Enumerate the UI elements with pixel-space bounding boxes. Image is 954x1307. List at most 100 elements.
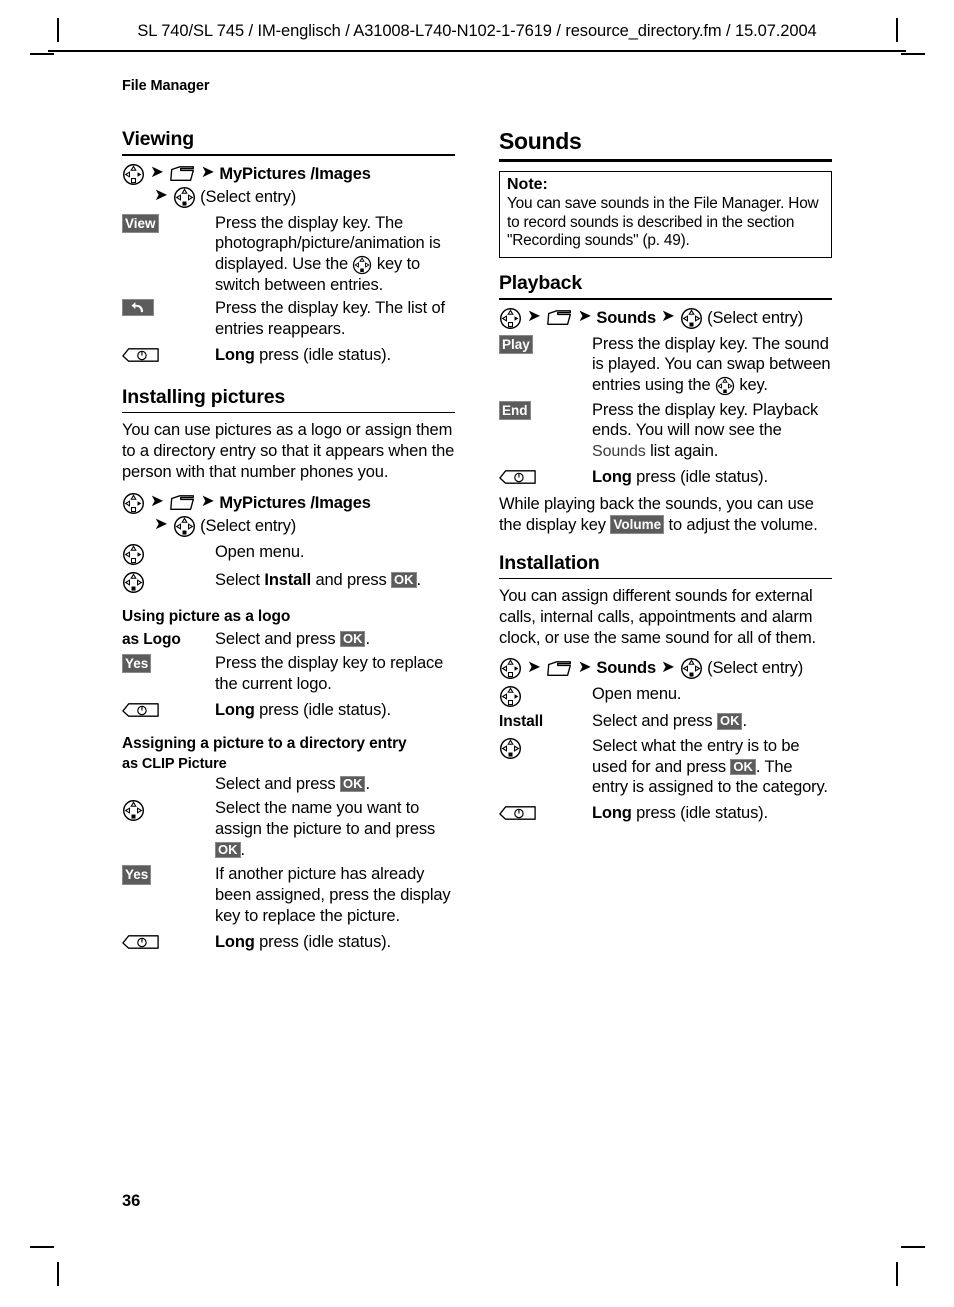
paragraph-installation-intro: You can assign different sounds for exte… — [499, 587, 816, 647]
step-row: Select what the entry is to be used for … — [499, 736, 832, 798]
hangup-key-icon — [499, 468, 537, 488]
heading-rule — [122, 411, 455, 414]
step-row: Long press (idle status). — [122, 932, 455, 953]
display-key-yes[interactable]: Yes — [122, 654, 152, 674]
hangup-key-icon — [499, 804, 537, 824]
display-key-yes[interactable]: Yes — [122, 865, 152, 885]
path-arrow-icon: ➤ — [577, 307, 592, 326]
step-description: Select what the entry is to be used for … — [592, 736, 832, 798]
step-row: as Logo Select and press OK. — [122, 629, 455, 650]
display-key-end[interactable]: End — [499, 400, 531, 420]
step-text-bold: Long — [215, 700, 255, 719]
step-row: Open menu. — [122, 542, 455, 566]
nav-key-right-icon — [122, 492, 145, 515]
note-box: Note: You can save sounds in the File Ma… — [499, 171, 832, 258]
step-text-rest: press (idle status). — [254, 700, 391, 719]
step-description: Press the display key. The list of entri… — [215, 299, 445, 339]
crop-mark-bottom-right-vertical — [896, 1262, 898, 1286]
step-key-cell — [499, 684, 592, 708]
nav-key-right-icon — [122, 163, 145, 186]
display-key-volume[interactable]: Volume — [610, 514, 665, 534]
step-key-cell — [122, 345, 215, 366]
step-text-part-b: and press — [311, 570, 392, 589]
menu-option-as-logo: as Logo — [122, 630, 181, 648]
paragraph-text-part-b: to adjust the volume. — [664, 515, 818, 534]
step-text-bold: Long — [592, 804, 632, 823]
display-key-view[interactable]: View — [122, 213, 159, 233]
section-heading-installing-pictures: Installing pictures — [122, 385, 286, 408]
step-description: Long press (idle status). — [215, 932, 455, 953]
step-row: Press the display key. The list of entri… — [122, 298, 455, 339]
hangup-key-icon — [122, 701, 160, 721]
crop-mark-top-left-horizontal — [30, 53, 54, 55]
display-key-ok[interactable]: OK — [716, 713, 743, 730]
path-arrow-icon: ➤ — [527, 658, 541, 677]
step-key-cell — [499, 736, 592, 760]
step-description: Open menu. — [215, 542, 305, 561]
heading-rule — [499, 297, 832, 300]
subsection-heading-using-picture-as-logo: Using picture as a logo — [122, 607, 291, 625]
step-text-part-b: list again. — [645, 442, 719, 461]
display-key-ok[interactable]: OK — [215, 841, 241, 859]
step-text-bold: Long — [215, 345, 255, 364]
page-number: 36 — [122, 1192, 141, 1210]
step-key-cell — [122, 798, 215, 822]
paragraph-installing-pictures-intro: You can use pictures as a logo or assign… — [122, 421, 455, 481]
display-key-ok[interactable]: OK — [339, 775, 366, 793]
step-text-rest: press (idle status). — [254, 345, 391, 364]
menu-path-select-entry-label: (Select entry) — [707, 659, 804, 678]
step-text-rest: press (idle status). — [631, 468, 768, 487]
menu-path-line-2: ➤ (Select entry) — [122, 515, 455, 538]
step-row: Yes If another picture has already been … — [122, 864, 455, 926]
paragraph-playback-volume: While playing back the sounds, you can u… — [499, 494, 832, 535]
display-key-ok[interactable]: OK — [391, 571, 417, 589]
step-key-cell: View — [122, 213, 215, 234]
heading-rule-thick — [499, 159, 832, 162]
step-description: Long press (idle status). — [215, 345, 455, 366]
path-arrow-icon: ➤ — [150, 163, 164, 182]
heading-rule — [122, 154, 455, 156]
path-arrow-icon: ➤ — [154, 515, 168, 534]
right-column: Sounds Note: You can save sounds in the … — [499, 128, 832, 954]
display-key-back[interactable] — [122, 299, 154, 317]
nav-key-down-icon — [122, 571, 145, 594]
display-key-play[interactable]: Play — [499, 334, 533, 354]
step-text-part-a: Select — [215, 570, 265, 589]
menu-path-target-label: Sounds — [596, 308, 656, 327]
nav-key-right-icon — [499, 657, 522, 680]
step-key-cell — [122, 542, 215, 566]
heading-rule — [499, 577, 832, 580]
menu-path-installation: ➤ ➤ Sounds ➤ (Select entry) — [499, 657, 832, 680]
path-arrow-icon: ➤ — [660, 307, 675, 326]
menu-path-playback: ➤ ➤ Sounds ➤ (Select entry) — [499, 307, 832, 330]
path-arrow-icon: ➤ — [200, 163, 215, 182]
step-description: Select and press OK. — [215, 774, 455, 795]
display-key-ok[interactable]: OK — [730, 758, 756, 776]
menu-path-target-label: Sounds — [596, 659, 656, 678]
step-text-part-c: . — [365, 774, 370, 793]
step-row: End Press the display key. Playback ends… — [499, 400, 832, 462]
path-arrow-icon: ➤ — [150, 492, 164, 511]
menu-path-select-entry-label: (Select entry) — [707, 308, 804, 327]
step-key-cell — [122, 774, 215, 775]
two-column-layout: Viewing ➤ ➤ MyPictures /Images ➤ (Select… — [122, 128, 832, 954]
step-row: Select and press OK. — [122, 774, 455, 795]
step-row: Open menu. — [499, 684, 832, 708]
subsection-heading-assigning-picture: Assigning a picture to a directory entry — [122, 734, 407, 752]
step-text-part-a: Select the name you want to assign the p… — [215, 799, 436, 839]
step-text-part-a: Select and press — [592, 712, 717, 731]
left-column: Viewing ➤ ➤ MyPictures /Images ➤ (Select… — [122, 128, 455, 954]
hangup-key-icon — [122, 346, 160, 366]
step-text-part-c: . — [240, 840, 246, 859]
display-key-ok[interactable]: OK — [339, 630, 366, 648]
chapter-title: File Manager — [122, 78, 210, 94]
step-key-cell: as Logo — [122, 629, 215, 649]
menu-option-as-clip-picture: as CLIP Picture — [122, 755, 227, 772]
section-heading-installation: Installation — [499, 551, 600, 574]
menu-path-target-label: MyPictures /Images — [219, 493, 371, 512]
step-key-cell — [499, 467, 592, 488]
screen-label-sounds: Sounds — [592, 443, 646, 461]
step-key-cell: Yes — [122, 864, 215, 885]
nav-key-down-icon — [173, 515, 196, 538]
step-text-bold: Install — [264, 570, 312, 589]
